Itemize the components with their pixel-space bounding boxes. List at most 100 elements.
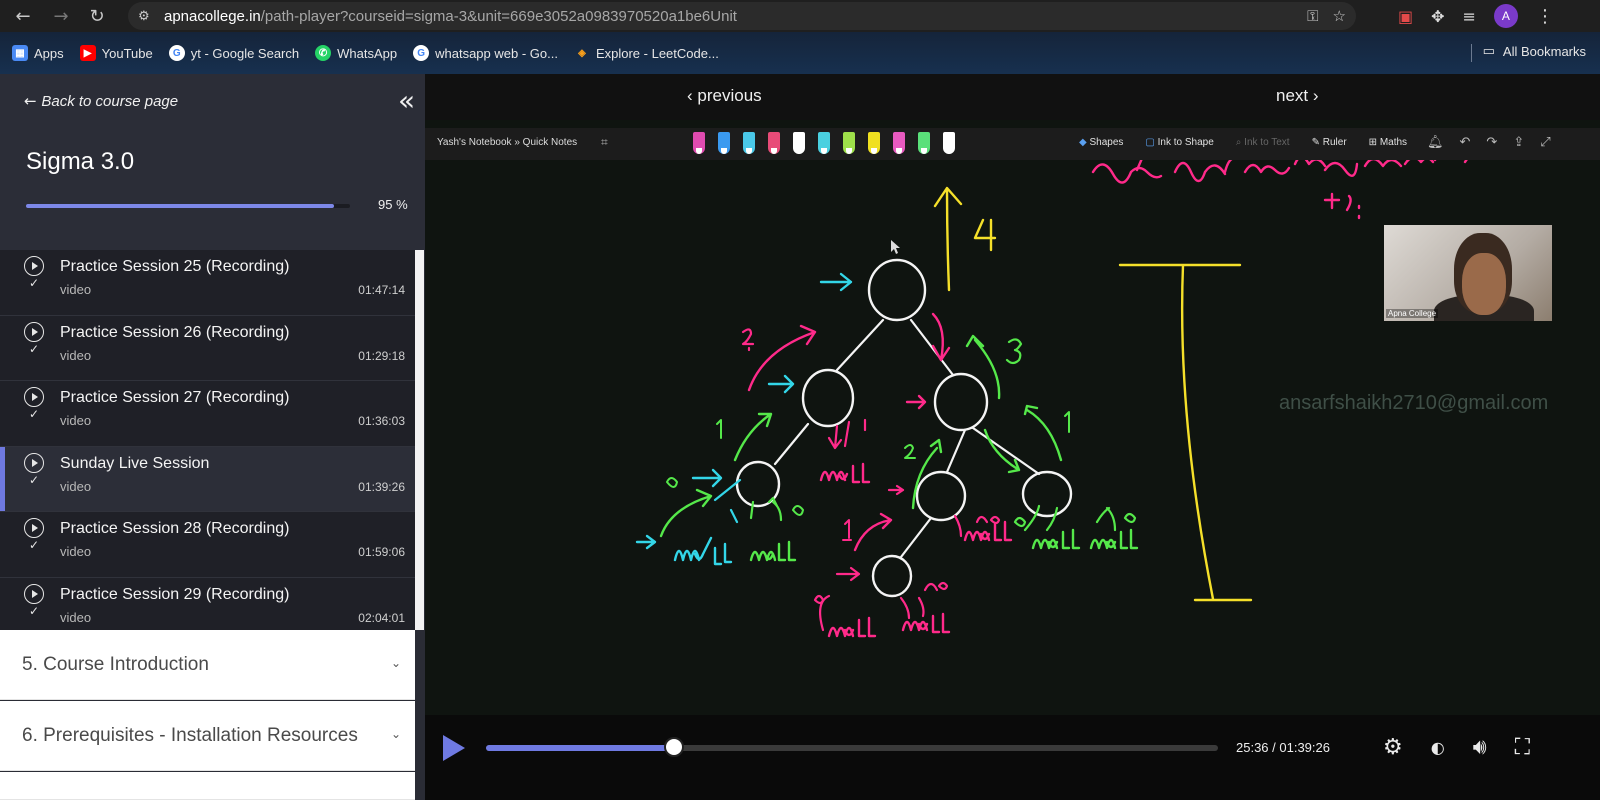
bookmark-whatsapp-web[interactable]: G whatsapp web - Go...	[413, 45, 558, 61]
previous-button[interactable]: ‹ previous	[687, 86, 762, 106]
youtube-icon: ▶	[79, 45, 96, 61]
lesson-type: video	[60, 478, 92, 494]
whiteboard-drawing	[635, 146, 1497, 638]
lesson-list-scrollbar[interactable]	[415, 250, 424, 630]
pen-icon[interactable]	[818, 132, 830, 154]
pen-icon[interactable]	[893, 132, 905, 154]
seek-progress	[486, 745, 675, 751]
forward-arrow-icon[interactable]: →	[50, 5, 72, 27]
undo-icon[interactable]: ↶	[1460, 135, 1471, 150]
play-icon[interactable]	[443, 735, 465, 761]
all-bookmarks-button[interactable]: ▭ All Bookmarks	[1483, 44, 1586, 59]
lesson-item[interactable]: ✓ Practice Session 27 (Recording) video …	[0, 381, 415, 447]
player-right-controls: ⚙ ◐ 🔊︎ ⛶	[1383, 735, 1530, 760]
site-info-icon[interactable]: ⚙	[138, 8, 154, 24]
section-prerequisites[interactable]: 6. Prerequisites - Installation Resource…	[0, 701, 415, 771]
browser-menu-icon[interactable]: ⋮	[1536, 6, 1554, 27]
video-frame[interactable]: Yash's Notebook » Quick Notes ⌗ ◆ Shapes…	[425, 120, 1600, 715]
lesson-navigation: ‹ previous next ›	[425, 74, 1600, 120]
lesson-title: Practice Session 28 (Recording)	[60, 520, 290, 537]
password-key-icon[interactable]: ⚿	[1307, 7, 1318, 25]
pen-icon[interactable]	[718, 132, 730, 154]
lesson-duration: 01:39:26	[358, 479, 405, 494]
course-progress-percent: 95 %	[378, 197, 408, 212]
extension-pocket-icon[interactable]: ▣	[1398, 7, 1413, 26]
checkmark-icon: ✓	[29, 538, 40, 552]
redo-icon[interactable]: ↷	[1486, 135, 1497, 150]
lesson-title: Practice Session 26 (Recording)	[60, 323, 290, 341]
media-control-icon[interactable]: ≡	[1463, 7, 1476, 26]
url-domain: apnacollege.in	[164, 7, 261, 25]
lasso-icon[interactable]: ⌗	[601, 135, 608, 150]
webcam-label: Apna College	[1386, 309, 1439, 318]
ink-toolbar-actions: ◆ Shapes ▢ Ink to Shape ⌕ Ink to Text ✎ …	[1079, 137, 1407, 148]
lesson-item-active[interactable]: ✓ Sunday Live Session video 01:39:26	[0, 446, 415, 512]
section-next-partial[interactable]	[0, 772, 415, 800]
pen-icon[interactable]	[793, 132, 805, 154]
ink-to-shape-button[interactable]: ▢ Ink to Shape	[1145, 137, 1213, 148]
fullscreen-icon[interactable]: ⛶	[1515, 735, 1530, 760]
pen-icon[interactable]	[768, 132, 780, 154]
volume-icon[interactable]: 🔊︎	[1473, 735, 1487, 760]
email-watermark: ansarfshaikh2710@gmail.com	[1279, 392, 1549, 414]
bookmark-apps[interactable]: ▦ Apps	[12, 45, 64, 61]
profile-avatar[interactable]: A	[1493, 4, 1518, 28]
play-circle-icon	[24, 452, 44, 473]
sidebar-header: ← Back to course page « Sigma 3.0 95 %	[0, 74, 425, 250]
ruler-icon: ✎	[1311, 137, 1323, 148]
ruler-button[interactable]: ✎ Ruler	[1312, 137, 1347, 148]
maths-button[interactable]: ⊞ Maths	[1369, 137, 1407, 148]
pen-icon[interactable]	[918, 132, 930, 154]
playback-speed-icon[interactable]: ◐	[1431, 738, 1445, 757]
pen-icon[interactable]	[843, 132, 855, 154]
address-bar[interactable]: ⚙ apnacollege.in/path-player?courseid=si…	[128, 2, 1356, 30]
bookmark-star-icon[interactable]: ☆	[1333, 7, 1346, 25]
collapse-toolbar-icon[interactable]: ⤢	[1540, 135, 1550, 150]
notebook-title: Yash's Notebook » Quick Notes	[437, 137, 578, 148]
settings-gear-icon[interactable]: ⚙	[1383, 735, 1403, 760]
share-icon[interactable]: ⇪	[1513, 135, 1524, 150]
section-title: 5. Course Introduction	[22, 654, 209, 675]
section-course-introduction[interactable]: 5. Course Introduction ⌄	[0, 630, 415, 700]
seek-bar[interactable]	[486, 737, 1218, 757]
ink-to-text-button[interactable]: ⌕ Ink to Text	[1236, 137, 1290, 148]
lesson-title: Practice Session 29 (Recording)	[60, 585, 290, 603]
play-circle-icon	[24, 518, 44, 538]
bell-icon[interactable]: 🔔︎	[1427, 135, 1444, 150]
seek-handle[interactable]	[664, 737, 685, 757]
extensions-puzzle-icon[interactable]: ✥	[1431, 7, 1444, 26]
pen-icon[interactable]	[943, 132, 955, 154]
pen-icon[interactable]	[743, 132, 755, 154]
maths-icon: ⊞	[1368, 137, 1380, 148]
bookmark-whatsapp[interactable]: ✆ WhatsApp	[315, 45, 397, 61]
bookmark-youtube[interactable]: ▶ YouTube	[79, 45, 153, 61]
lesson-duration: 02:04:01	[358, 610, 405, 625]
lesson-duration: 01:47:14	[358, 283, 405, 297]
lesson-item[interactable]: ✓ Practice Session 25 (Recording) video …	[0, 250, 415, 316]
lesson-type: video	[60, 347, 92, 363]
next-label: next	[1276, 86, 1309, 105]
back-arrow-icon[interactable]: ←	[12, 5, 34, 27]
collapse-sidebar-icon[interactable]: «	[398, 84, 415, 117]
all-bookmarks-label: All Bookmarks	[1502, 44, 1586, 59]
lesson-duration: 01:59:06	[358, 545, 405, 559]
section-title: 6. Prerequisites - Installation Resource…	[22, 725, 358, 746]
back-to-course-link[interactable]: ← Back to course page	[24, 92, 178, 110]
pen-icon[interactable]	[693, 132, 705, 154]
lesson-title: Sunday Live Session	[60, 454, 210, 472]
back-link-label: Back to course page	[41, 93, 179, 110]
lesson-item[interactable]: ✓ Practice Session 28 (Recording) video …	[0, 512, 415, 578]
bookmark-leetcode[interactable]: ◈ Explore - LeetCode...	[574, 45, 719, 61]
previous-label: previous	[697, 86, 762, 105]
bookmark-yt-google-search[interactable]: G yt - Google Search	[168, 45, 299, 61]
checkmark-icon: ✓	[29, 276, 40, 290]
shapes-button[interactable]: ◆ Shapes	[1079, 137, 1123, 148]
bookmarks-divider	[1471, 44, 1472, 62]
shapes-label: Shapes	[1089, 137, 1124, 148]
lesson-item[interactable]: ✓ Practice Session 29 (Recording) video …	[0, 577, 415, 630]
lesson-item[interactable]: ✓ Practice Session 26 (Recording) video …	[0, 315, 415, 381]
play-circle-icon	[24, 387, 44, 407]
reload-icon[interactable]: ↻	[86, 5, 108, 27]
next-button[interactable]: next ›	[1276, 86, 1319, 106]
pen-icon[interactable]	[868, 132, 880, 154]
